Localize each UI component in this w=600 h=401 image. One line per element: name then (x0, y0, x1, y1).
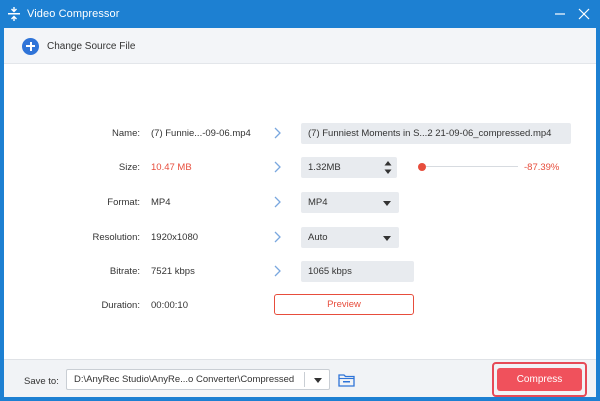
dropdown-divider (304, 372, 305, 387)
format-value: MP4 (308, 197, 328, 208)
chevron-right-icon (274, 231, 281, 243)
folder-icon[interactable] (338, 373, 355, 387)
compress-button[interactable]: Compress (497, 368, 582, 391)
output-name-value: (7) Funniest Moments in S...2 21-09-06_c… (308, 128, 552, 139)
name-label: Name: (112, 128, 140, 139)
compressor-panel: Change Source File Name: (7) Funnie...-0… (4, 28, 596, 397)
resolution-label: Resolution: (92, 232, 140, 243)
change-source-button[interactable]: Change Source File (22, 37, 135, 55)
source-size: 10.47 MB (151, 162, 192, 173)
bitrate-label: Bitrate: (109, 266, 140, 277)
window-title: Video Compressor (27, 8, 120, 20)
resolution-value: Auto (308, 232, 328, 243)
source-resolution: 1920x1080 (151, 232, 199, 243)
caret-down-icon (383, 235, 391, 241)
save-to-label: Save to: (24, 376, 59, 387)
output-size-stepper[interactable]: 1.32MB (301, 157, 397, 178)
resolution-dropdown[interactable]: Auto (301, 227, 399, 248)
toolbar: Change Source File (4, 28, 596, 64)
caret-down-icon (383, 200, 391, 206)
bitrate-field[interactable]: 1065 kbps (301, 261, 414, 282)
size-slider-handle[interactable] (418, 163, 426, 171)
change-source-label: Change Source File (47, 40, 136, 52)
plus-circle-icon (22, 37, 39, 55)
output-name-field[interactable]: (7) Funniest Moments in S...2 21-09-06_c… (301, 123, 571, 144)
bitrate-value: 1065 kbps (308, 266, 352, 277)
save-path-value: D:\AnyRec Studio\AnyRe...o Converter\Com… (74, 374, 295, 385)
compress-icon (8, 7, 20, 21)
footer-bar: Save to: D:\AnyRec Studio\AnyRe...o Conv… (4, 359, 596, 397)
title-bar: Video Compressor (0, 0, 600, 28)
source-duration: 00:00:10 (151, 300, 188, 311)
caret-down-icon[interactable] (314, 377, 322, 383)
chevron-right-icon (274, 196, 281, 208)
size-reduction: -87.39% (524, 162, 560, 173)
chevron-right-icon (274, 161, 281, 173)
size-label: Size: (118, 162, 140, 173)
minimize-icon[interactable] (552, 6, 568, 22)
preview-button[interactable]: Preview (274, 294, 414, 315)
source-bitrate: 7521 kbps (151, 266, 195, 277)
output-size-value: 1.32MB (308, 162, 341, 173)
chevron-right-icon (274, 127, 281, 139)
size-slider-track[interactable] (426, 166, 518, 167)
format-label: Format: (107, 197, 140, 208)
save-path-dropdown[interactable]: D:\AnyRec Studio\AnyRe...o Converter\Com… (66, 369, 330, 390)
format-dropdown[interactable]: MP4 (301, 192, 399, 213)
source-format: MP4 (151, 197, 171, 208)
chevron-right-icon (274, 265, 281, 277)
source-name: (7) Funnie...-09-06.mp4 (151, 128, 251, 139)
up-down-stepper-icon[interactable] (384, 160, 392, 175)
close-icon[interactable] (576, 6, 592, 22)
duration-label: Duration: (101, 300, 140, 311)
